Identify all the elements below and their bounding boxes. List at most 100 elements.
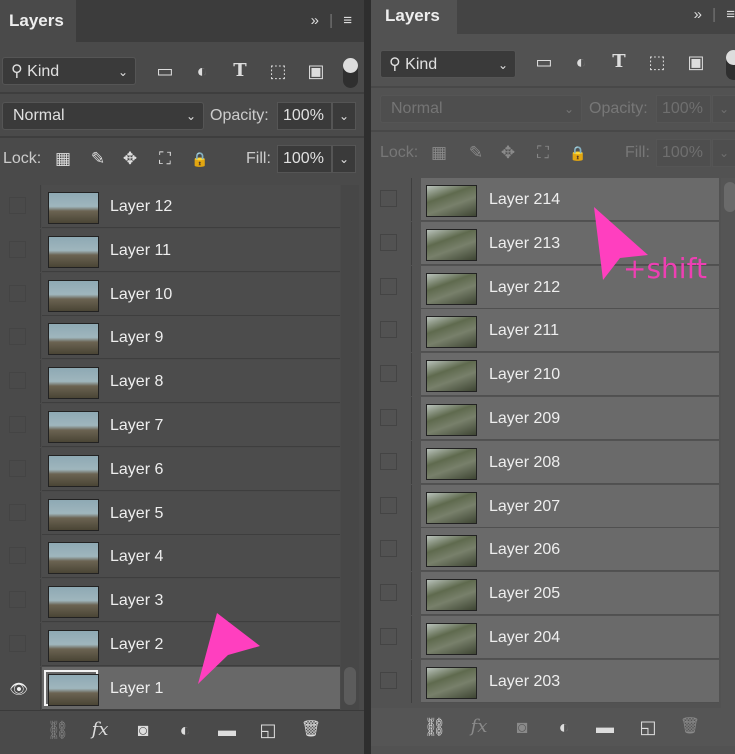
panel-menu-icon[interactable]: ≡ [343,12,352,29]
adjustment-filter-icon[interactable]: ◐ [192,61,212,81]
delete-layer-icon[interactable]: 🗑 [299,717,323,743]
lock-paint-icon[interactable]: ✎ [87,145,109,173]
layer-item[interactable]: Layer 2 [42,623,340,666]
visibility-toggle[interactable] [371,659,412,703]
layer-item[interactable]: Layer 205 [421,572,719,616]
visibility-toggle[interactable] [371,309,412,353]
scrollbar[interactable] [341,185,359,710]
layer-row[interactable]: Layer 9 [0,316,364,360]
layer-row[interactable]: Layer 209 [371,397,735,440]
filter-kind-select[interactable]: ⚲ Kind ⌄ [380,50,516,78]
blend-mode-select[interactable]: Normal ⌄ [380,95,582,123]
visibility-toggle[interactable] [0,185,41,228]
new-layer-icon[interactable]: ◱ [256,717,280,743]
tab-layers[interactable]: Layers [371,0,457,34]
visibility-toggle[interactable] [371,353,412,397]
layer-item[interactable]: Layer 6 [42,447,340,491]
opacity-dropdown[interactable]: ⌄ [332,102,356,130]
delete-layer-icon[interactable]: 🗑 [678,714,702,740]
visibility-toggle[interactable] [371,616,412,659]
layer-item[interactable]: Layer 5 [42,491,340,535]
new-group-icon[interactable]: ▬ [215,717,239,743]
layer-row[interactable]: Layer 12 [0,185,364,228]
tab-layers[interactable]: Layers [0,0,76,42]
lock-all-icon[interactable]: 🔒 [567,139,589,167]
scrollbar[interactable] [721,178,735,708]
layer-item[interactable]: Layer 1 [42,666,340,710]
smart-object-filter-icon[interactable]: ▣ [686,52,706,72]
link-layers-icon[interactable]: ⛓ [46,717,70,743]
collapse-icon[interactable]: » [311,12,319,29]
collapse-icon[interactable]: » [694,6,702,23]
add-mask-icon[interactable]: ◙ [131,717,155,743]
visibility-toggle[interactable] [371,528,412,572]
layer-item[interactable]: Layer 11 [42,228,340,272]
scrollbar-thumb[interactable] [344,667,356,705]
filter-kind-select[interactable]: ⚲ Kind ⌄ [2,57,136,85]
lock-artboard-icon[interactable]: ⛶ [154,145,176,173]
layer-row[interactable]: Layer 2 [0,623,364,666]
link-layers-icon[interactable]: ⛓ [423,714,447,740]
blend-mode-select[interactable]: Normal ⌄ [2,102,204,130]
visibility-toggle[interactable] [0,535,41,579]
layer-row[interactable]: Layer 203 [371,659,735,703]
fill-input[interactable]: 100% [656,139,711,167]
visibility-toggle[interactable] [0,579,41,623]
adjustment-filter-icon[interactable]: ◐ [571,52,591,72]
pixel-filter-icon[interactable]: ▭ [534,52,554,72]
layer-row[interactable]: Layer 208 [371,440,735,484]
opacity-input[interactable]: 100% [277,102,332,130]
layer-item[interactable]: Layer 4 [42,535,340,579]
visibility-toggle[interactable] [0,447,41,491]
type-filter-icon[interactable]: T [230,61,250,81]
lock-move-icon[interactable]: ✥ [119,145,141,173]
add-mask-icon[interactable]: ◙ [510,714,534,740]
opacity-input[interactable]: 100% [656,95,711,123]
layer-item[interactable]: Layer 206 [421,528,719,572]
layer-row[interactable]: Layer 5 [0,491,364,535]
lock-paint-icon[interactable]: ✎ [465,139,487,167]
layer-row[interactable]: Layer 8 [0,360,364,404]
visibility-toggle[interactable] [371,484,412,528]
layer-item[interactable]: Layer 12 [42,185,340,228]
layer-row[interactable]: Layer 210 [371,353,735,397]
layer-item[interactable]: Layer 208 [421,440,719,484]
layer-item[interactable]: Layer 9 [42,316,340,360]
layer-row[interactable]: Layer 206 [371,528,735,572]
fill-input[interactable]: 100% [277,145,332,173]
layer-item[interactable]: Layer 209 [421,397,719,440]
layer-row[interactable]: Layer 207 [371,484,735,528]
layer-row[interactable]: Layer 11 [0,228,364,272]
fx-icon[interactable]: fx [467,714,491,740]
layer-item[interactable]: Layer 207 [421,484,719,528]
visibility-toggle[interactable] [371,572,412,616]
layer-row[interactable]: Layer 214 [371,178,735,221]
visibility-toggle[interactable] [371,440,412,484]
visibility-toggle[interactable] [371,221,412,265]
layer-row[interactable]: Layer 6 [0,447,364,491]
lock-transparent-icon[interactable]: ▦ [52,145,74,173]
visibility-toggle[interactable] [0,360,41,404]
layer-item[interactable]: Layer 7 [42,404,340,447]
shape-filter-icon[interactable]: ⬚ [268,61,288,81]
new-layer-icon[interactable]: ◱ [636,714,660,740]
lock-transparent-icon[interactable]: ▦ [428,139,450,167]
layer-row[interactable]: Layer 4 [0,535,364,579]
visibility-toggle[interactable] [0,491,41,535]
layer-row[interactable]: 👁 Layer 1 [0,666,364,710]
visibility-toggle[interactable] [0,228,41,272]
layer-item[interactable]: Layer 10 [42,272,340,316]
scrollbar-thumb[interactable] [724,182,735,212]
layer-row[interactable]: Layer 211 [371,309,735,353]
visibility-toggle[interactable] [371,397,412,440]
layer-row[interactable]: Layer 205 [371,572,735,616]
smart-object-filter-icon[interactable]: ▣ [306,61,326,81]
adjustment-layer-icon[interactable]: ◐ [552,714,576,740]
visibility-toggle[interactable] [0,316,41,360]
type-filter-icon[interactable]: T [609,52,629,72]
layer-row[interactable]: Layer 204 [371,616,735,659]
layer-row[interactable]: Layer 3 [0,579,364,623]
visibility-toggle[interactable] [0,623,41,666]
visibility-toggle[interactable]: 👁 [0,666,41,710]
lock-all-icon[interactable]: 🔒 [189,145,211,173]
